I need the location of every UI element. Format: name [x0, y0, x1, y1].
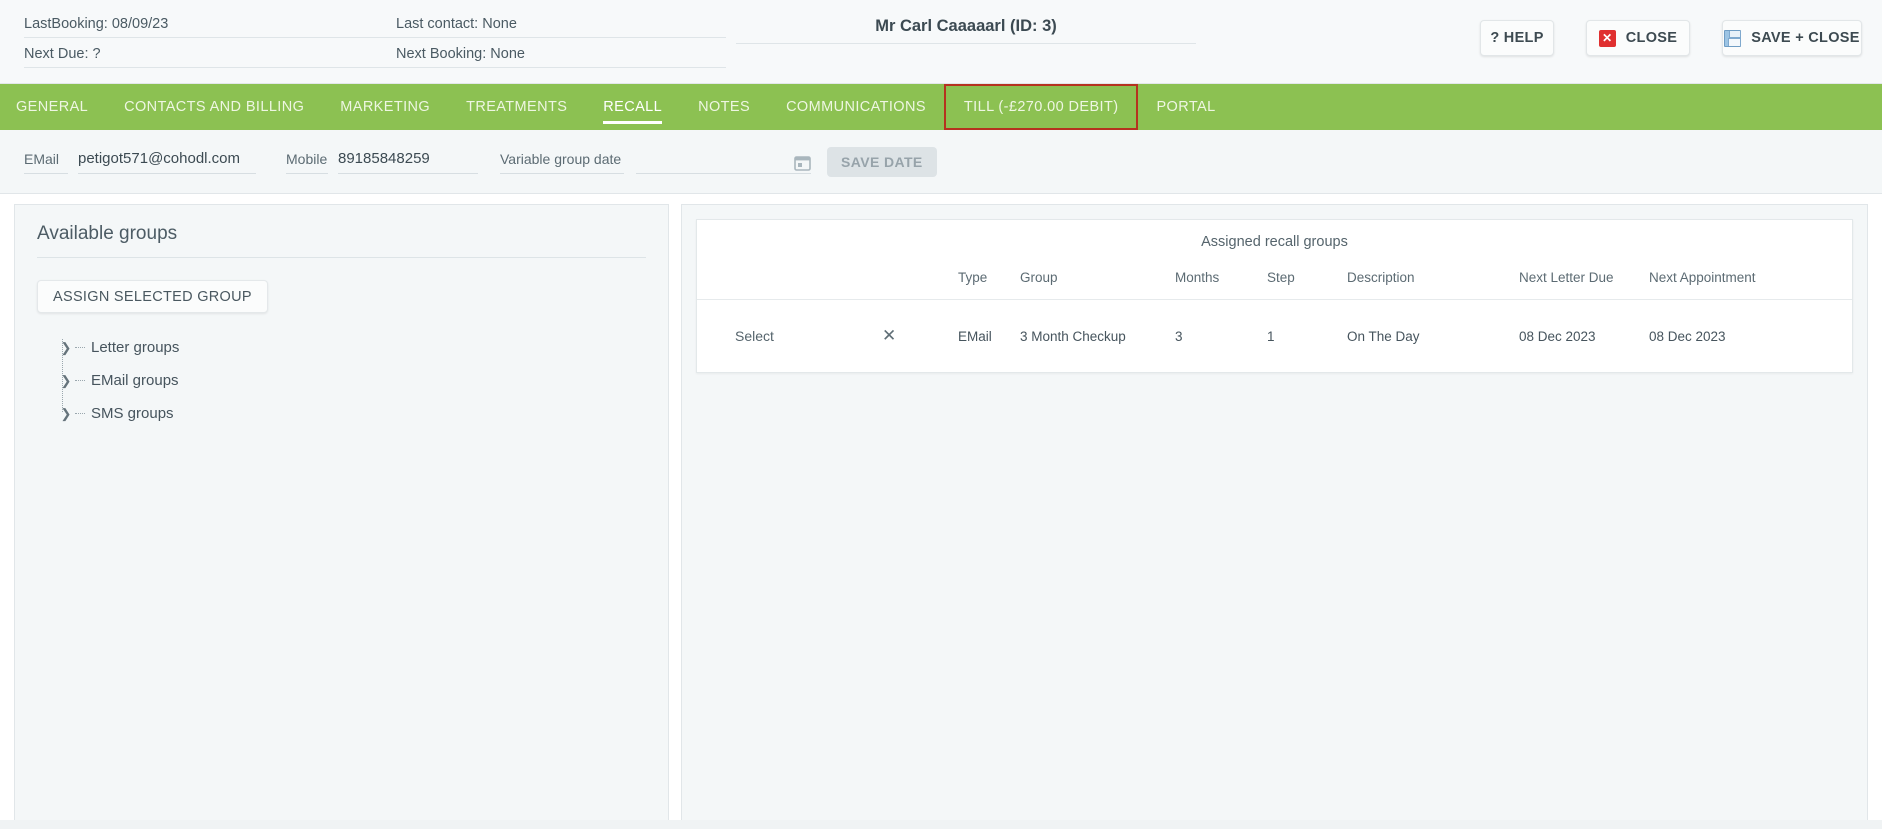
cell-next-letter-due: 08 Dec 2023	[1519, 328, 1596, 344]
tab-treatments-label: TREATMENTS	[466, 99, 568, 115]
next-booking-text: Next Booking: None	[396, 46, 726, 68]
col-remove-header	[882, 270, 958, 300]
assign-selected-group-button[interactable]: ASSIGN SELECTED GROUP	[37, 280, 268, 313]
tab-portal[interactable]: PORTAL	[1138, 84, 1233, 130]
patient-title-block: Mr Carl Caaaaarl (ID: 3)	[736, 16, 1196, 44]
recall-contact-form: EMail petigot571@cohodl.com Mobile 89185…	[0, 130, 1882, 194]
email-field-group: EMail petigot571@cohodl.com	[24, 150, 256, 174]
summary-col-mid: Last contact: None Next Booking: None	[396, 16, 726, 68]
col-type-header: Type	[958, 270, 1020, 300]
save-and-close-button[interactable]: SAVE + CLOSE	[1722, 20, 1862, 56]
last-booking-text: LastBooking: 08/09/23	[24, 16, 396, 38]
tab-general-label: GENERAL	[16, 99, 89, 115]
col-step-header: Step	[1267, 270, 1347, 300]
tab-recall[interactable]: RECALL	[585, 84, 680, 130]
select-link[interactable]: Select	[735, 328, 774, 344]
next-due-text: Next Due: ?	[24, 46, 396, 68]
tree-item-letter-groups-label: Letter groups	[91, 339, 180, 356]
save-and-close-label: SAVE + CLOSE	[1751, 30, 1860, 46]
assigned-recall-groups-card: Assigned recall groups Type Group Months…	[696, 219, 1853, 373]
tab-portal-label: PORTAL	[1156, 99, 1216, 115]
variable-group-date-label: Variable group date	[500, 150, 624, 174]
tab-till[interactable]: TILL (-£270.00 DEBIT)	[943, 84, 1139, 130]
table-header-row: Type Group Months Step Description Next …	[697, 270, 1852, 300]
tab-recall-label: RECALL	[603, 99, 663, 115]
assigned-recall-groups-table: Type Group Months Step Description Next …	[697, 270, 1852, 372]
assigned-recall-groups-panel: Assigned recall groups Type Group Months…	[681, 204, 1868, 829]
tab-marketing[interactable]: MARKETING	[322, 84, 448, 130]
email-input[interactable]: petigot571@cohodl.com	[78, 150, 256, 174]
tree-connector	[75, 347, 85, 348]
close-x-icon: ✕	[1598, 29, 1616, 47]
variable-group-date-input[interactable]	[636, 150, 811, 174]
cell-next-appointment: 08 Dec 2023	[1649, 328, 1726, 344]
tree-item-sms-groups-label: SMS groups	[91, 405, 174, 422]
chevron-right-icon[interactable]: ❯	[59, 406, 73, 421]
tree-connector	[75, 413, 85, 414]
tree-item-email-groups-label: EMail groups	[91, 372, 179, 389]
tab-communications-label: COMMUNICATIONS	[786, 99, 926, 115]
chevron-right-icon[interactable]: ❯	[59, 340, 73, 355]
top-info-bar: LastBooking: 08/09/23 Next Due: ? Last c…	[0, 0, 1882, 84]
main-tab-bar: GENERAL CONTACTS AND BILLING MARKETING T…	[0, 84, 1882, 130]
help-button[interactable]: ? HELP	[1480, 20, 1554, 56]
table-row[interactable]: Select ✕ EMail 3 Month Checkup 3 1 On Th…	[697, 300, 1852, 373]
assigned-recall-groups-caption: Assigned recall groups	[1201, 234, 1348, 250]
help-button-label: ? HELP	[1490, 30, 1544, 46]
remove-x-icon[interactable]: ✕	[882, 326, 896, 346]
variable-group-date-group: Variable group date	[500, 150, 624, 174]
available-groups-panel: Available groups ASSIGN SELECTED GROUP ❯…	[14, 204, 669, 829]
page-title: Mr Carl Caaaaarl (ID: 3)	[875, 16, 1057, 35]
cell-type: EMail	[958, 328, 992, 344]
tab-marketing-label: MARKETING	[340, 99, 431, 115]
summary-col-left: LastBooking: 08/09/23 Next Due: ?	[24, 16, 396, 68]
cell-select[interactable]: Select	[697, 300, 882, 373]
cell-description: On The Day	[1347, 328, 1420, 344]
cell-step: 1	[1267, 328, 1275, 344]
mobile-field-group: Mobile 89185848259	[286, 150, 478, 174]
email-label: EMail	[24, 150, 68, 174]
available-groups-title: Available groups	[37, 223, 646, 258]
calendar-icon[interactable]	[794, 155, 811, 171]
tree-item-letter-groups[interactable]: ❯ Letter groups	[59, 331, 646, 364]
last-contact-text: Last contact: None	[396, 16, 726, 38]
col-next-appointment-header: Next Appointment	[1649, 270, 1852, 300]
window-actions: ? HELP ✕ CLOSE SAVE + CLOSE	[1480, 20, 1862, 56]
mobile-label: Mobile	[286, 150, 328, 174]
cell-group: 3 Month Checkup	[1020, 328, 1126, 344]
floppy-disk-icon	[1724, 29, 1742, 47]
tab-contacts-and-billing-label: CONTACTS AND BILLING	[124, 99, 305, 115]
tree-item-email-groups[interactable]: ❯ EMail groups	[59, 364, 646, 397]
col-select-header	[697, 270, 882, 300]
tab-notes[interactable]: NOTES	[680, 84, 768, 130]
col-next-letter-due-header: Next Letter Due	[1519, 270, 1649, 300]
tree-connector	[75, 380, 85, 381]
chevron-right-icon[interactable]: ❯	[59, 373, 73, 388]
recall-body: Available groups ASSIGN SELECTED GROUP ❯…	[0, 194, 1882, 829]
tab-communications[interactable]: COMMUNICATIONS	[768, 84, 944, 130]
tab-till-label: TILL (-£270.00 DEBIT)	[963, 99, 1119, 115]
close-button-label: CLOSE	[1625, 30, 1678, 46]
close-button[interactable]: ✕ CLOSE	[1586, 20, 1690, 56]
tab-treatments[interactable]: TREATMENTS	[448, 84, 585, 130]
patient-summary-fields: LastBooking: 08/09/23 Next Due: ? Last c…	[0, 16, 1196, 68]
col-group-header: Group	[1020, 270, 1175, 300]
group-tree: ❯ Letter groups ❯ EMail groups ❯ SMS gro…	[37, 331, 646, 430]
tree-item-sms-groups[interactable]: ❯ SMS groups	[59, 397, 646, 430]
save-date-button[interactable]: SAVE DATE	[827, 146, 937, 177]
horizontal-scrollbar[interactable]	[0, 820, 1882, 829]
patient-record-window: LastBooking: 08/09/23 Next Due: ? Last c…	[0, 0, 1882, 829]
mobile-input[interactable]: 89185848259	[338, 150, 478, 174]
cell-remove[interactable]: ✕	[882, 300, 958, 373]
tab-notes-label: NOTES	[698, 99, 751, 115]
title-divider	[736, 42, 1196, 44]
col-description-header: Description	[1347, 270, 1519, 300]
tab-contacts-and-billing[interactable]: CONTACTS AND BILLING	[106, 84, 322, 130]
tab-general[interactable]: GENERAL	[0, 84, 106, 130]
col-months-header: Months	[1175, 270, 1267, 300]
cell-months: 3	[1175, 328, 1183, 344]
